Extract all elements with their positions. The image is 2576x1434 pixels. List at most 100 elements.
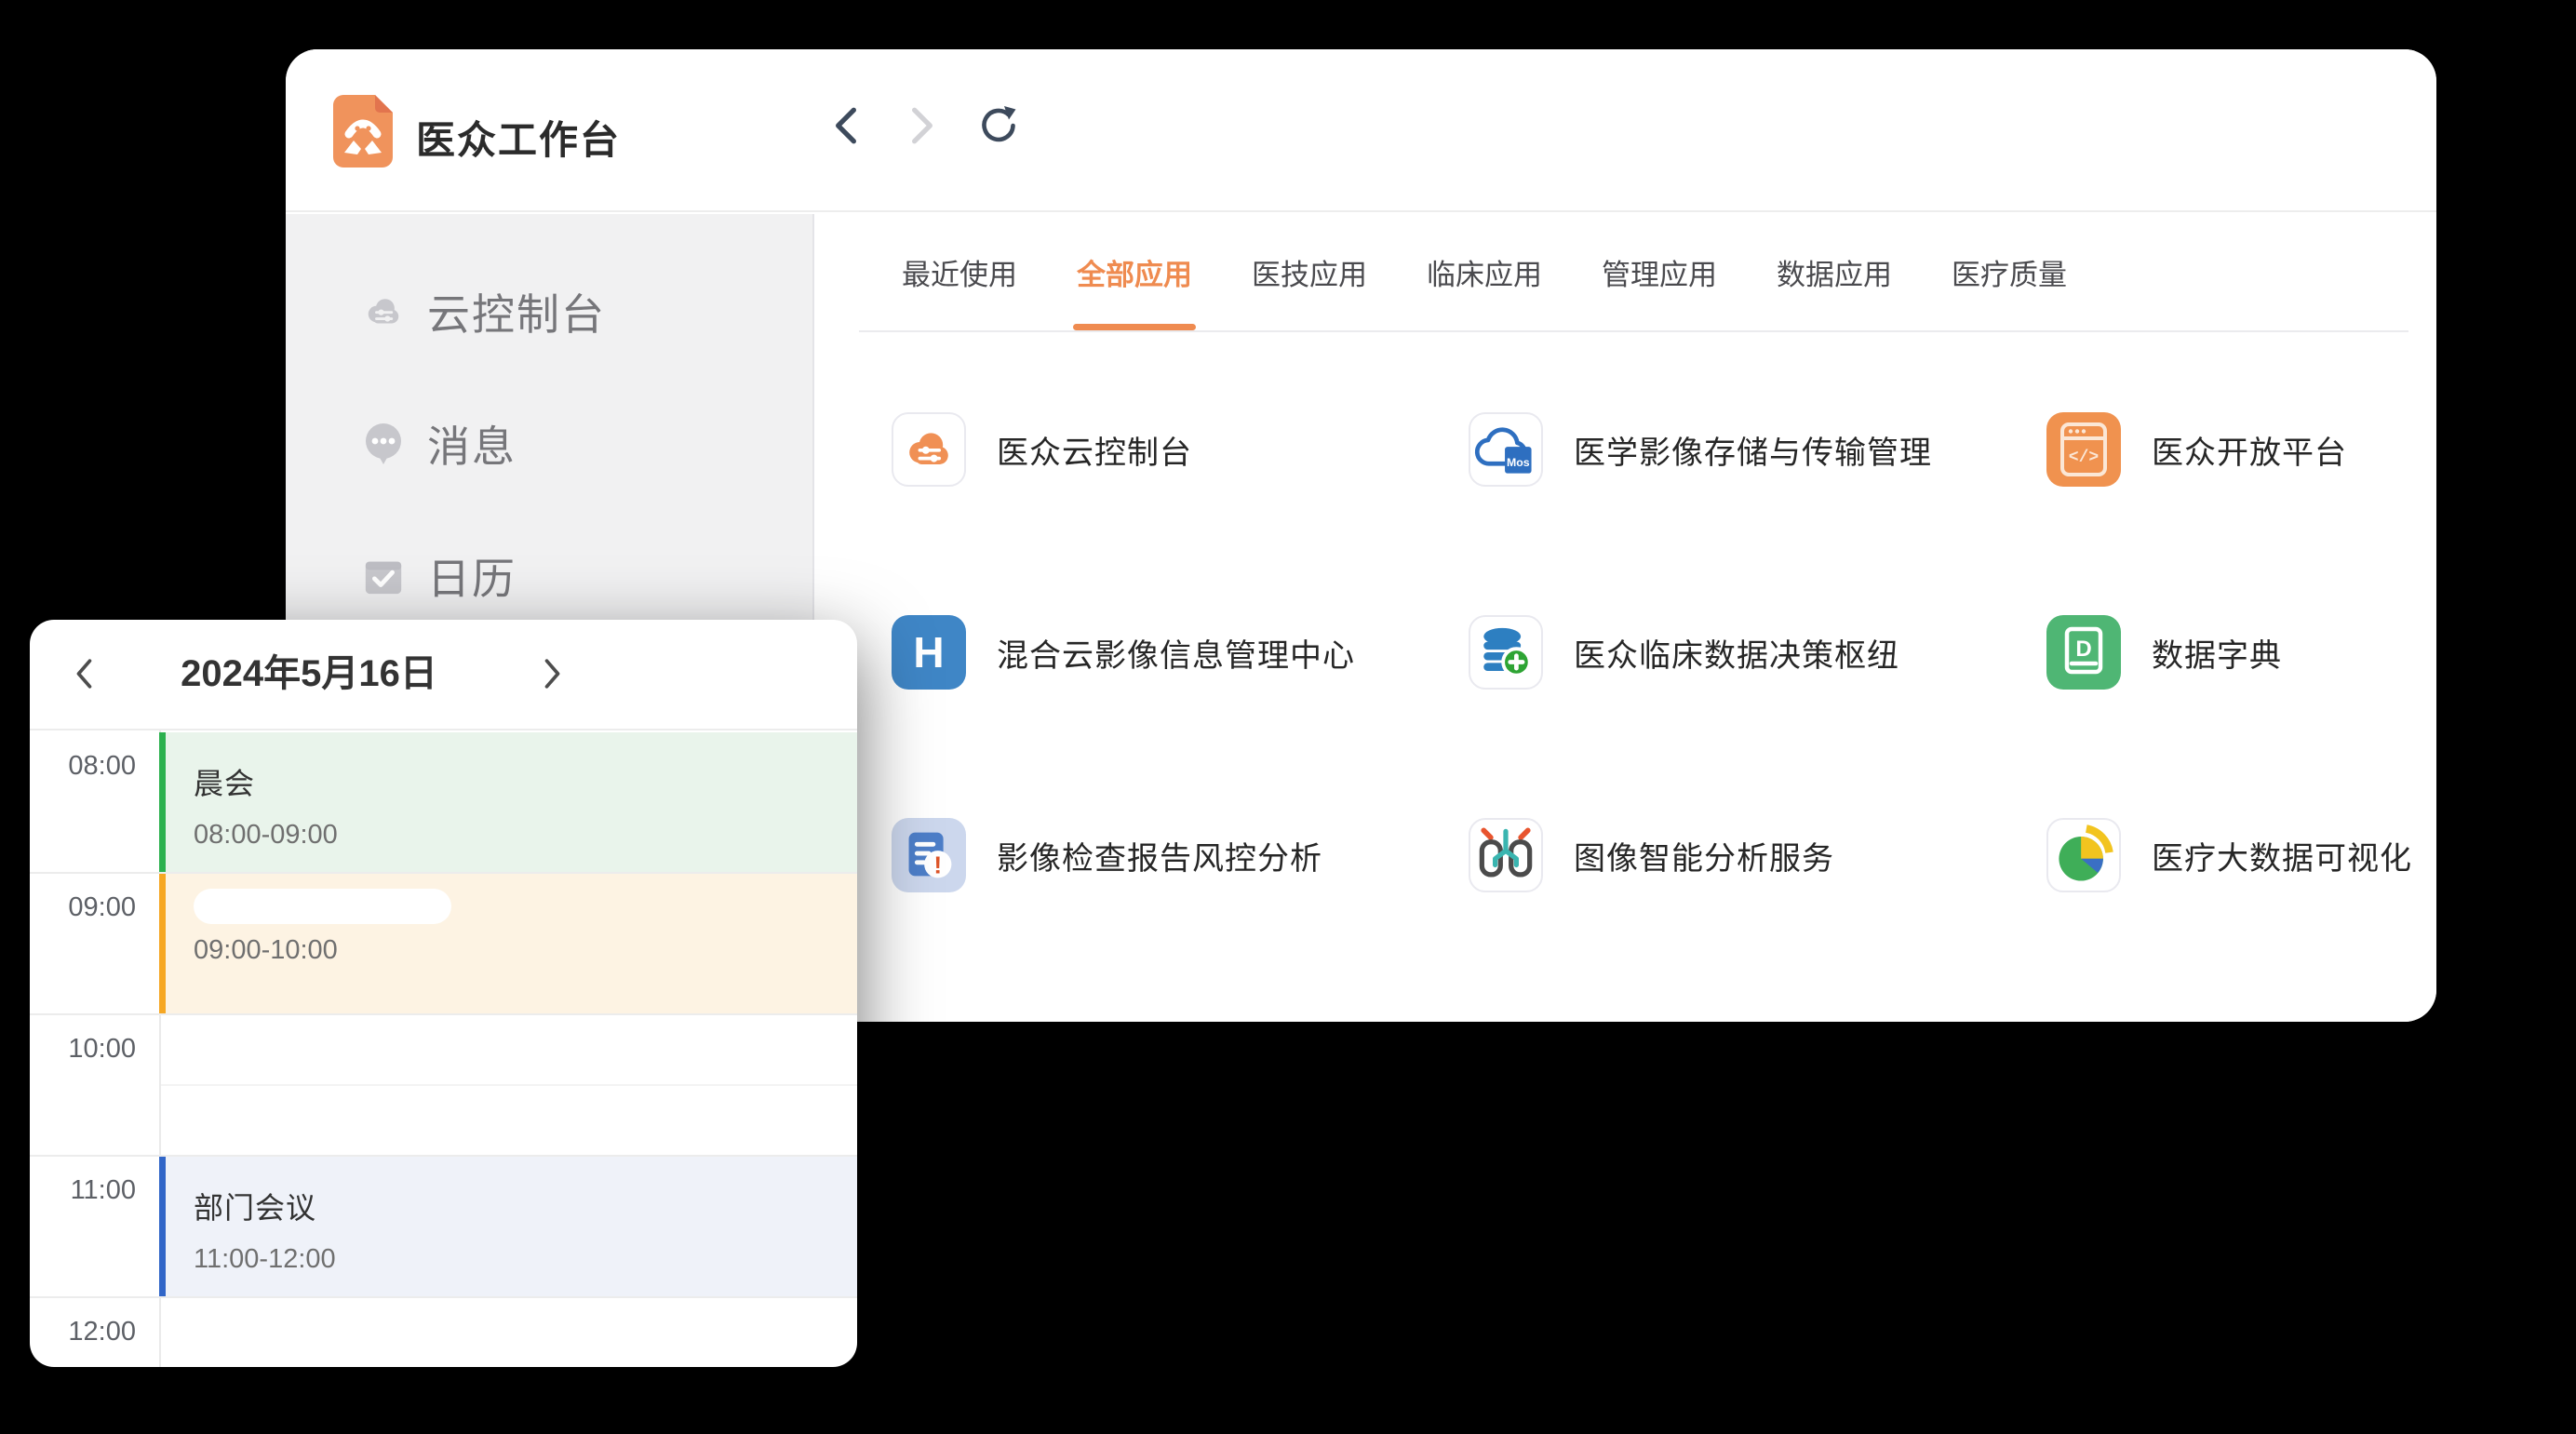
app-label: 图像智能分析服务 [1574, 833, 1834, 878]
app-label: 医疗大数据可视化 [2152, 833, 2412, 878]
calendar-event[interactable]: 09:00-10:00 [159, 874, 857, 1013]
browser-nav [824, 103, 1021, 148]
app-launcher-item[interactable]: D 数据字典 [2046, 615, 2576, 690]
svg-text:!: ! [933, 851, 942, 879]
svg-text:Mos: Mos [1507, 456, 1530, 469]
tab-label: 医疗质量 [1952, 251, 2067, 293]
lungs-icon [1470, 820, 1541, 891]
tab-4[interactable]: 管理应用 [1602, 214, 1717, 330]
calendar-header: 2024年5月16日 [30, 620, 857, 729]
sidebar-item-2[interactable]: 日历 [286, 534, 812, 618]
app-tile [1469, 615, 1543, 690]
tab-label: 管理应用 [1602, 251, 1717, 293]
app-label: 混合云影像信息管理中心 [997, 630, 1355, 676]
svg-text:H: H [913, 628, 944, 677]
tab-label: 全部应用 [1077, 251, 1192, 293]
event-title: 部门会议 [194, 1185, 857, 1227]
tab-5[interactable]: 数据应用 [1777, 214, 1892, 330]
code-window-icon: </> [2046, 412, 2121, 487]
app-launcher-item[interactable]: H 混合云影像信息管理中心 [892, 615, 1441, 690]
app-launcher-item[interactable]: 医众临床数据决策枢纽 [1469, 615, 2018, 690]
half-hour-line [161, 1084, 857, 1086]
window-header: 医众工作台 [286, 49, 2436, 212]
tab-bar: 最近使用 全部应用 医技应用 临床应用 管理应用 数据应用 医疗质量 [902, 214, 2067, 330]
calendar-event[interactable]: 部门会议 11:00-12:00 [159, 1157, 857, 1296]
report-alert-icon: ! [892, 819, 965, 891]
sidebar-item-1[interactable]: 消息 [286, 402, 812, 486]
tab-label: 医技应用 [1252, 251, 1367, 293]
app-tile [2046, 818, 2121, 892]
hour-label: 08:00 [30, 730, 136, 801]
app-label: 影像检查报告风控分析 [997, 833, 1322, 878]
calendar-icon [362, 555, 405, 597]
app-tile: Mos [1469, 412, 1543, 487]
calendar-prev-button[interactable] [61, 651, 106, 696]
cloud-mos-icon: Mos [1470, 414, 1541, 485]
dictionary-book-icon: D [2046, 615, 2121, 690]
tab-2[interactable]: 医技应用 [1252, 214, 1367, 330]
sidebar-item-0[interactable]: 云控制台 [286, 270, 812, 354]
event-title: 晨会 [194, 760, 857, 803]
app-launcher-item[interactable]: 医疗大数据可视化 [2046, 818, 2576, 892]
letter-h-icon: H [892, 615, 966, 690]
tab-0[interactable]: 最近使用 [902, 214, 1017, 330]
sidebar-item-label: 日历 [427, 545, 517, 607]
app-label: 数据字典 [2152, 630, 2282, 676]
hour-label: 10:00 [30, 1013, 136, 1084]
tab-label: 临床应用 [1427, 251, 1542, 293]
event-time: 08:00-09:00 [194, 820, 857, 851]
app-tile: H [892, 615, 966, 690]
app-tile: D [2046, 615, 2121, 690]
app-title: 医众工作台 [416, 109, 621, 166]
app-label: 医众开放平台 [2152, 427, 2347, 473]
app-label: 医学影像存储与传输管理 [1574, 427, 1932, 473]
svg-text:</>: </> [2069, 449, 2099, 467]
chevron-left-icon [832, 104, 860, 147]
cloud-settings-icon [360, 288, 407, 335]
calendar-event[interactable]: 晨会 08:00-09:00 [159, 732, 857, 872]
tab-1[interactable]: 全部应用 [1077, 214, 1192, 330]
app-grid: 医众云控制台 Mos 医学影像存储与传输管理 </> 医众开放平台 H 混合云影… [816, 332, 2436, 1022]
chevron-right-icon [542, 656, 564, 691]
event-title-redacted [194, 889, 451, 924]
desktop-background: 医众工作台 [0, 0, 2576, 1434]
calendar-day-grid: 08:0009:0010:0011:0012:00 晨会 08:00-09:00… [30, 729, 857, 1367]
calendar-panel: 2024年5月16日 08:0009:0010:0011:0012:00 晨会 … [30, 620, 857, 1367]
app-tile: ! [892, 818, 966, 892]
message-icon [361, 422, 406, 466]
database-plus-icon [1470, 617, 1541, 688]
hour-label: 12:00 [30, 1296, 136, 1367]
app-launcher-item[interactable]: Mos 医学影像存储与传输管理 [1469, 412, 2018, 487]
hour-line [30, 1013, 857, 1015]
app-label: 医众云控制台 [997, 427, 1192, 473]
app-label: 医众临床数据决策枢纽 [1574, 630, 1899, 676]
sidebar-item-label: 消息 [427, 413, 517, 475]
refresh-icon [977, 104, 1020, 147]
pie-chart-icon [2048, 820, 2119, 891]
app-logo-icon [333, 95, 393, 168]
event-time: 11:00-12:00 [194, 1244, 857, 1275]
calendar-next-button[interactable] [530, 651, 575, 696]
app-tile [892, 412, 966, 487]
app-launcher-item[interactable]: ! 影像检查报告风控分析 [892, 818, 1441, 892]
chevron-left-icon [73, 656, 95, 691]
tab-6[interactable]: 医疗质量 [1952, 214, 2067, 330]
calendar-date: 2024年5月16日 [132, 620, 486, 729]
event-time: 09:00-10:00 [194, 935, 857, 966]
sidebar-item-label: 云控制台 [427, 281, 606, 342]
tab-label: 数据应用 [1777, 251, 1892, 293]
hour-label: 11:00 [30, 1155, 136, 1226]
tab-3[interactable]: 临床应用 [1427, 214, 1542, 330]
back-button[interactable] [824, 103, 868, 148]
app-launcher-item[interactable]: 医众云控制台 [892, 412, 1441, 487]
app-launcher-item[interactable]: 图像智能分析服务 [1469, 818, 2018, 892]
cloud-sliders-icon [899, 420, 959, 479]
refresh-button[interactable] [976, 103, 1021, 148]
tab-label: 最近使用 [902, 251, 1017, 293]
app-tile: </> [2046, 412, 2121, 487]
forward-button[interactable] [900, 103, 945, 148]
content-area: 最近使用 全部应用 医技应用 临床应用 管理应用 数据应用 医疗质量 医众云控制… [816, 214, 2436, 1022]
app-launcher-item[interactable]: </> 医众开放平台 [2046, 412, 2576, 487]
chevron-right-icon [908, 104, 936, 147]
hour-line [30, 1296, 857, 1298]
